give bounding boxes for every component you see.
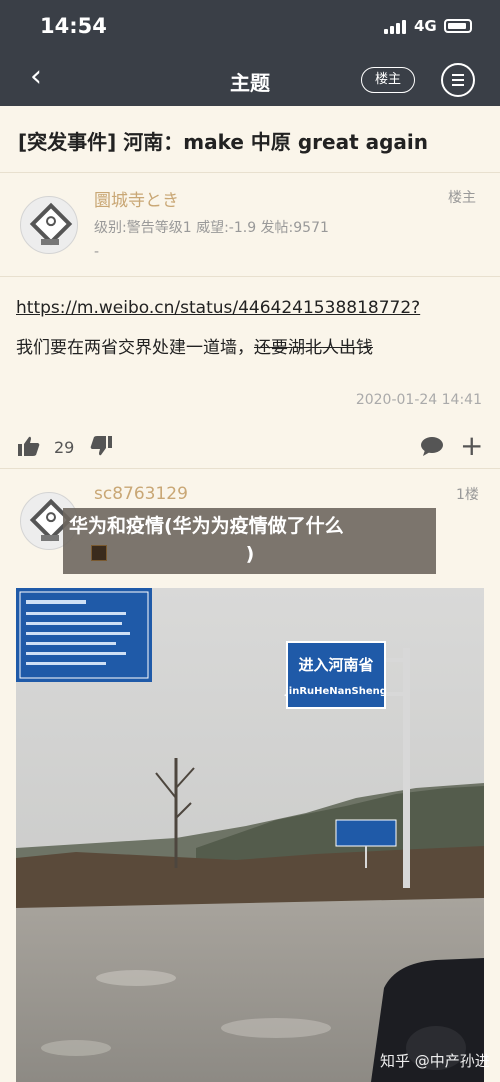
app-screen: 14:54 4G ‹ 主题 楼主 [突发事件] 河南：make 中原 great… [0,0,500,1082]
post-photo[interactable]: 进入河南省 JinRuHeNanSheng [16,588,484,1082]
divider [0,172,500,173]
menu-icon[interactable] [441,63,475,97]
post-body-text: 我们要在两省交界处建一道墙， [16,338,254,358]
watermark: 知乎 @中产孙进 [380,1052,490,1070]
thread-title: [突发事件] 河南：make 中原 great again [18,130,428,154]
thumbs-up-icon[interactable] [18,436,40,456]
battery-icon [444,19,472,33]
road-sign-text: 进入河南省 [298,656,373,674]
nav-title: 主题 [230,71,270,95]
post-body: 我们要在两省交界处建一道墙，还要湖北人出钱 [16,333,373,358]
post-user-meta: 级别:警告等级1 威望:-1.9 发帖:9571 [94,220,329,236]
nav-bar: ‹ 主题 楼主 [0,54,500,106]
comment-icon[interactable] [420,436,444,456]
like-count: 29 [54,438,75,457]
photo-scene: 进入河南省 JinRuHeNanSheng [16,588,484,1082]
image-icon [91,545,107,561]
thumbs-down-icon[interactable] [90,436,112,456]
road-sign-pinyin: JinRuHeNanSheng [284,686,387,697]
post-username[interactable]: sc8763129 [94,484,188,504]
post-floor: 楼主 [448,190,476,206]
post-user-meta-extra: - [94,244,100,260]
louzhu-only-button[interactable]: 楼主 [361,67,415,93]
post-date: 2020-01-24 14:41 [355,392,482,408]
status-time: 14:54 [40,14,107,38]
status-bar: 14:54 4G [0,0,500,54]
post-link[interactable]: https://m.weibo.cn/status/44642415388187… [16,298,420,318]
network-type: 4G [414,17,437,35]
divider [0,468,500,469]
caption-title: 华为和疫情(华为为疫情做了什么 ) [69,512,431,568]
post-floor: 1楼 [456,487,479,503]
divider [0,276,500,277]
avatar[interactable] [20,196,78,254]
caption-overlay: 华为和疫情(华为为疫情做了什么 ) [63,508,436,574]
post-actions: 29 + [0,430,500,464]
caption-line-1: 华为和疫情(华为为疫情做了什么 [69,515,344,537]
caption-line-2: ) [245,543,255,565]
plus-icon[interactable]: + [460,432,483,460]
post-body-strike: 还要湖北人出钱 [254,338,373,358]
signal-icon [384,20,410,34]
post-username[interactable]: 圜城寺とき [94,186,179,211]
